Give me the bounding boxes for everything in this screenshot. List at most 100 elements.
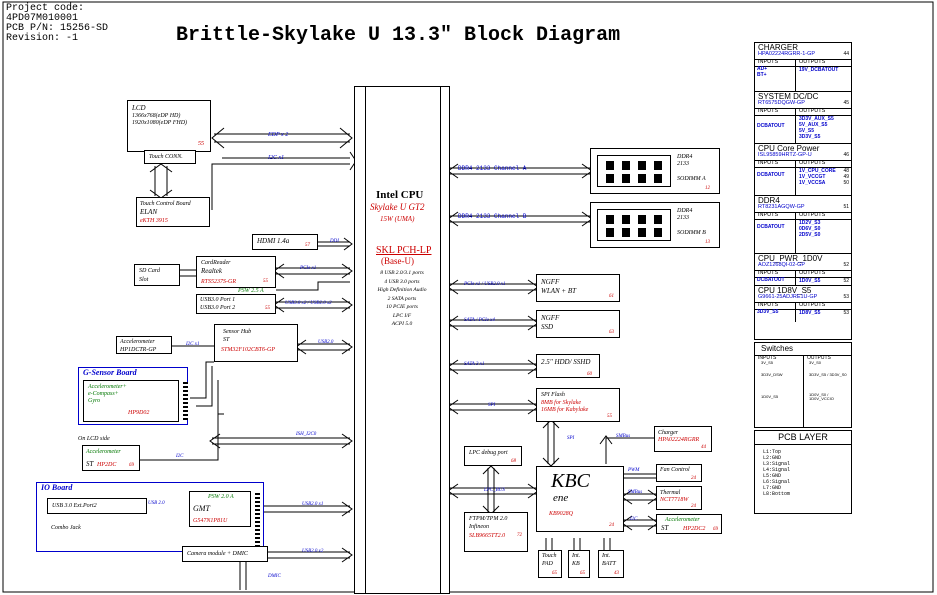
power-section-part: ISL95859HRTZ-GP-U (758, 152, 812, 158)
power-output: 2D5V_S0 (799, 232, 821, 238)
kbc-block: KBC ene KB9028Q 24 (536, 466, 624, 532)
power-output: 1D0V_S5 (799, 278, 821, 284)
keyboard-page: 65 (580, 571, 585, 576)
gsensor-line1: Accelerometer+ (88, 384, 127, 390)
pcie-x1-link-label: PCIe x1 (300, 266, 317, 271)
thermal-page: 24 (691, 504, 696, 509)
internal-battery-block: Int. BATT 43 (598, 550, 624, 578)
spi-flash-block: SPI Flash 8MB for Skylake 16MB for Kabyl… (536, 388, 620, 422)
keyboard-line1: Int. (572, 553, 581, 559)
usb3-ports-page: 55 (265, 306, 270, 311)
power-table: CHARGER HPA02224RGRR-1-GP 44 INPUTS OUTPUTS A… (754, 42, 852, 340)
sodimm-b-type: DDR4 (677, 208, 693, 214)
usb-ports-link-label: USB3.0 x2 / USB2.0 x2 (285, 301, 332, 306)
power-output: 1D8V_S5 (799, 310, 821, 316)
i2c-link-label-2: I2C (176, 454, 184, 459)
fan-control-block: Fan Control 24 (656, 464, 702, 482)
touch-control-board: Touch Control Board ELAN eKTH 3915 (136, 197, 210, 227)
hdd-block: 2.5" HDD/ SSHD 60 (536, 354, 600, 378)
charger-block-title: Charger (658, 430, 679, 436)
cpu-power: 15W (UMA) (380, 215, 415, 223)
touchpad-line1: Touch (542, 553, 557, 559)
ngff-ssd-title: NGFF (541, 314, 560, 322)
spi-link-label: SPI (488, 403, 496, 408)
power-section-page: 46 (843, 152, 849, 158)
power-section-page: 52 (843, 262, 849, 268)
lcd-side-accel-part: HP2DC (97, 462, 117, 468)
sodimm-a-page: 12 (705, 186, 710, 191)
power-section: CPU_PWR_1D0V AOZ1268QI-02-GP 52 INPUTS OUTPU… (755, 253, 851, 286)
lpc-debug-port: LPC debug port 68 (464, 446, 522, 466)
ish-i2c0-link-label: ISH_I2C0 (296, 432, 317, 437)
gsensor-part: HP9D02 (128, 410, 150, 416)
accelerometer-1-block: Accelerometer HP1DCTR-GP (116, 336, 172, 354)
camera-label: Camera module + DMIC (187, 551, 248, 557)
lcd-side-accel-page: 69 (129, 463, 134, 468)
power-section: CPU Core Power ISL95859HRTZ-GP-U 46 INPUTS O… (755, 143, 851, 196)
usb20b-link-label: USB 2.0 (148, 501, 165, 506)
power-section-part: HPA02224RGRR-1-GP (758, 51, 816, 57)
i2c2-link-label: I2C (630, 517, 638, 522)
switches-row-in: 3V_S5 (761, 360, 774, 365)
sodimm-a-speed: 2133 (677, 161, 689, 167)
switches-row-out: 3V_S0 (809, 360, 822, 365)
pch-name: SKL PCH-LP (376, 245, 432, 256)
io-board: IO Board USB 3.0 Ext.Port2 PSW 2.0 A GMT… (36, 482, 264, 552)
revision: Revision: -1 (6, 33, 79, 44)
tpm-page: 72 (517, 533, 522, 538)
charger-block-part: HPA02224RGRR (658, 437, 700, 443)
pch-feature: 4 USB 3.0 ports (384, 278, 420, 285)
dmic-link-label: DMIC (268, 574, 281, 579)
power-section-part: G9661-25ADJRE1U-GP (758, 294, 818, 300)
thermal-block: Thermal NCT7718W 24 (656, 486, 702, 510)
ngff-ssd-page: 63 (609, 330, 614, 335)
gmt-title: GMT (193, 504, 210, 513)
hdmi-page: 57 (305, 243, 310, 248)
power-inputs-header: INPUTS (758, 59, 779, 65)
gsensor-board-title: G-Sensor Board (83, 368, 137, 377)
gmt-part: G547N1P81U (193, 518, 228, 524)
power-output: 1V_VCCSA (799, 180, 826, 186)
touch-board-title: Touch Control Board (140, 201, 191, 207)
charger-block: Charger HPA02224RGRR 44 (654, 426, 712, 452)
sd-card-slot: SD Card Slot (134, 264, 180, 286)
pch-feature-list: 8 USB 2.0/3.1 ports 4 USB 3.0 ports High… (360, 269, 444, 329)
lpc-debug-page: 68 (511, 459, 516, 464)
lcd-side-accel-title: Accelerometer (86, 449, 121, 455)
power-input: DCBATOUT (757, 277, 785, 283)
accelerometer-1-title: Accelerometer (120, 339, 155, 345)
pcb-layer-title: PCB LAYER (778, 432, 828, 442)
power-output: 3D3V_S5 (799, 134, 821, 140)
sata-pcie-link-label: SATA / PCIe x4 (464, 318, 495, 323)
pcb-layer-item: L8:Bottom (763, 491, 791, 497)
ngff-wlan-title: NGFF (541, 278, 560, 286)
sodimm-a-slot: SODIMM A (677, 176, 706, 182)
ngff-wlan-page: 61 (609, 294, 614, 299)
pch-sub: (Base-U) (381, 256, 414, 266)
power-section: CHARGER HPA02224RGRR-1-GP 44 INPUTS OUTPUTS A… (755, 43, 851, 91)
tpm-vendor: Infineon (469, 524, 489, 530)
hdd-label: 2.5" HDD/ SSHD (541, 358, 591, 366)
power-input: BT+ (757, 72, 767, 78)
sodimm-a-block: DDR4 2133 SODIMM A 12 (590, 148, 720, 194)
power-outputs-header: OUTPUTS (799, 302, 826, 308)
usb20-x2-link-label: USB2.0 x2 (302, 549, 324, 554)
kbc-vendor: ene (553, 492, 569, 504)
gmt-psw: PSW 2.0 A (208, 494, 234, 500)
ngff-wlan-sub: WLAN + BT (541, 287, 577, 295)
lcd-side-accel-vendor: ST (86, 460, 94, 468)
lcd-page: 55 (198, 141, 204, 147)
usb3-port2: USB3.0 Port 2 (200, 305, 236, 311)
gsensor-line3: Gyro (88, 398, 101, 404)
ngff-ssd-block: NGFF SSD 63 (536, 310, 620, 338)
ddr-channel-b-label: DDR4 2133 Channel B (458, 213, 527, 220)
battery-line2: BATT (602, 561, 616, 567)
power-outputs-header: OUTPUTS (799, 270, 826, 276)
pch-feature: 10 PCIE ports (386, 304, 418, 311)
touchpad-block: Touch PAD 65 (538, 550, 562, 578)
tpm-title: FTPM/TPM 2.0 (469, 516, 508, 522)
ddi-link-label: DDI (330, 239, 339, 244)
pcb-layer-table: PCB LAYER L1:Top L2:GND L3:Signal L4:Sig… (754, 430, 852, 514)
pcb-layer-list: L1:Top L2:GND L3:Signal L4:Signal L5:GND… (763, 449, 790, 497)
usb20-link-label: USB2.0 (318, 340, 334, 345)
